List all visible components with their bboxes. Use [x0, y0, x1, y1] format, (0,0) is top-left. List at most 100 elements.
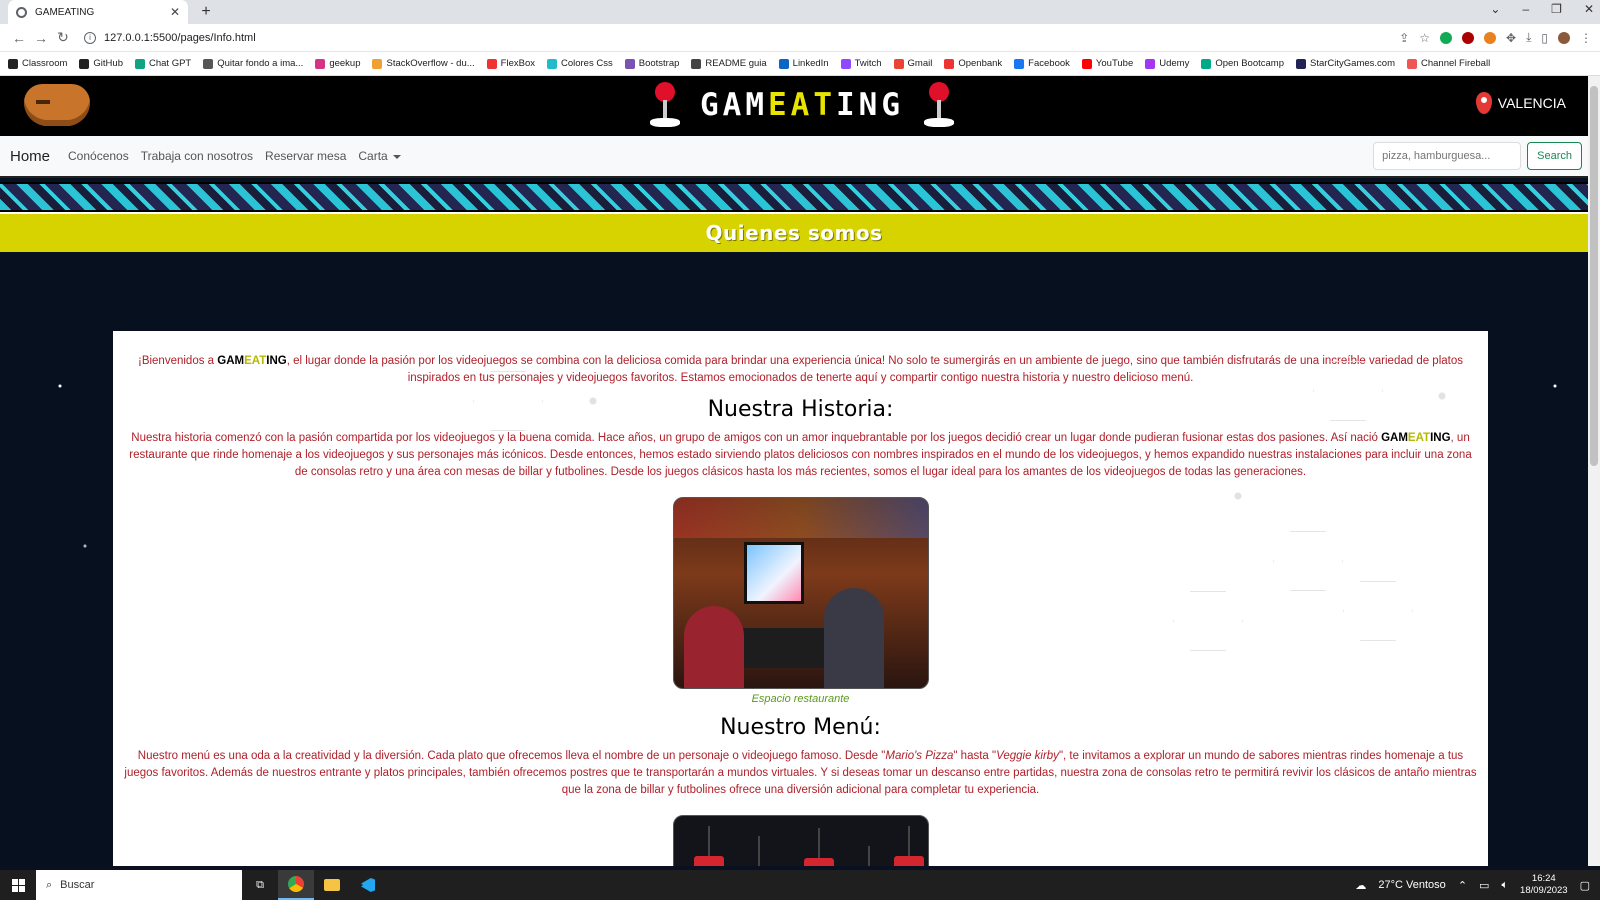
volume-icon[interactable]: 🔈︎	[1501, 879, 1508, 892]
bookmark-favicon-icon	[691, 58, 702, 69]
bookmark-item[interactable]: geekup	[315, 58, 360, 69]
weather-icon[interactable]: ☁	[1355, 879, 1366, 892]
metamask-icon[interactable]	[1484, 31, 1497, 44]
share-icon[interactable]: ⇪	[1399, 31, 1409, 45]
bookmark-item[interactable]: LinkedIn	[778, 58, 829, 69]
nav-carta-dropdown[interactable]: Carta	[358, 149, 401, 163]
puzzle-icon[interactable]: ✥	[1506, 31, 1516, 45]
sidepanel-icon[interactable]: ▯	[1541, 31, 1548, 45]
globe-icon	[16, 6, 27, 18]
bookmark-item[interactable]: Udemy	[1145, 58, 1189, 69]
historia-heading: Nuestra Historia:	[707, 397, 894, 422]
bookmark-item[interactable]: GitHub	[79, 58, 123, 69]
profile-avatar[interactable]	[1558, 31, 1570, 44]
bookmark-item[interactable]: FlexBox	[486, 58, 535, 69]
menu-paragraph: Nuestro menú es una oda a la creatividad…	[124, 750, 1477, 796]
info-icon[interactable]: i	[84, 31, 96, 44]
extension-icon[interactable]	[1440, 31, 1453, 44]
bookmark-label: StackOverflow - du...	[386, 58, 475, 69]
clock[interactable]: 16:24 18/09/2023	[1520, 873, 1568, 897]
windows-start-icon[interactable]	[0, 878, 36, 892]
url-text: 127.0.0.1:5500/pages/Info.html	[104, 31, 256, 44]
bookmark-favicon-icon	[372, 58, 383, 69]
bookmark-item[interactable]: Facebook	[1014, 58, 1070, 69]
bookmark-favicon-icon	[1201, 58, 1212, 69]
minimize-icon[interactable]: –	[1522, 2, 1529, 16]
search-input[interactable]	[1373, 142, 1522, 170]
bookmark-label: Open Bootcamp	[1215, 58, 1284, 69]
browser-tab[interactable]: GAMEATING ✕	[8, 0, 188, 24]
reload-icon[interactable]: ↻	[52, 29, 74, 46]
restore-icon[interactable]: ❐	[1551, 2, 1562, 16]
ublock-icon[interactable]	[1462, 31, 1475, 44]
url-field[interactable]: i 127.0.0.1:5500/pages/Info.html	[84, 31, 1399, 44]
bookmark-item[interactable]: Channel Fireball	[1407, 58, 1490, 69]
star-icon[interactable]: ☆	[1419, 31, 1430, 45]
bookmark-favicon-icon	[1081, 58, 1092, 69]
notifications-icon[interactable]: ▢	[1580, 879, 1590, 892]
bookmark-item[interactable]: StarCityGames.com	[1296, 58, 1395, 69]
bookmark-favicon-icon	[203, 58, 214, 69]
download-icon[interactable]: ⤓	[1526, 30, 1531, 45]
brand-logo[interactable]: GAMEATING	[650, 82, 954, 128]
weather-text[interactable]: 27°C Ventoso	[1378, 879, 1445, 891]
bookmark-favicon-icon	[1407, 58, 1417, 69]
bookmarks-bar: Classroom GitHub Chat GPT Quitar fondo a im…	[0, 52, 1600, 76]
bookmark-item[interactable]: Gmail	[893, 58, 933, 69]
bookmark-favicon-icon	[624, 58, 635, 69]
bookmark-label: GitHub	[93, 58, 123, 69]
menu-icon[interactable]: ⋮	[1580, 31, 1592, 45]
location-label: VALENCIA	[1497, 95, 1566, 111]
nav-home[interactable]: Home	[10, 148, 50, 165]
scrollbar-thumb[interactable]	[1590, 86, 1598, 466]
bookmark-item[interactable]: Openbank	[944, 58, 1002, 69]
bookmark-favicon-icon	[8, 58, 18, 69]
close-window-icon[interactable]: ✕	[1584, 2, 1594, 16]
bookmark-item[interactable]: README guia	[691, 58, 767, 69]
tv-screen	[743, 542, 804, 604]
scrollbar[interactable]	[1588, 76, 1600, 866]
bookmark-item[interactable]: Classroom	[8, 58, 67, 69]
caret-down-icon	[392, 154, 401, 159]
bookmark-item[interactable]: Twitch	[840, 58, 882, 69]
nav-conocenos[interactable]: Conócenos	[68, 149, 129, 163]
search-button[interactable]: Search	[1527, 142, 1582, 170]
bookmark-item[interactable]: Bootstrap	[624, 58, 680, 69]
chrome-icon[interactable]	[278, 870, 314, 900]
vscode-icon[interactable]	[350, 870, 386, 900]
window-controls: ⌄ – ❐ ✕	[1490, 2, 1594, 16]
bookmark-item[interactable]: YouTube	[1081, 58, 1134, 69]
web-page: GAMEATING VALENCIA Home Conócenos Trabaj…	[0, 76, 1600, 866]
brand-inline: GAMEATING	[217, 355, 287, 367]
taskbar-search[interactable]: ⌕ Buscar	[36, 870, 242, 900]
forward-icon[interactable]: →	[30, 30, 52, 46]
bookmark-item[interactable]: Open Bootcamp	[1201, 58, 1284, 69]
extensions: ⇪ ☆ ✥ ⤓ ▯ ⋮	[1399, 30, 1592, 45]
bookmark-item[interactable]: Colores Css	[546, 58, 613, 69]
bookmark-label: Bootstrap	[638, 58, 680, 69]
bookmark-item[interactable]: StackOverflow - du...	[372, 58, 475, 69]
bookmark-item[interactable]: Quitar fondo a ima...	[203, 58, 303, 69]
bookmark-label: Chat GPT	[148, 58, 192, 69]
back-icon[interactable]: ←	[8, 30, 30, 46]
nav-trabaja[interactable]: Trabaja con nosotros	[141, 149, 253, 163]
task-view-icon[interactable]: ⧉	[242, 870, 278, 900]
bookmark-label: YouTube	[1095, 58, 1134, 69]
new-tab-button[interactable]: +	[194, 0, 218, 24]
tab-close-icon[interactable]: ✕	[170, 5, 180, 19]
file-explorer-icon[interactable]	[314, 870, 350, 900]
network-icon[interactable]: ▭	[1479, 879, 1489, 892]
nav-reservar[interactable]: Reservar mesa	[265, 149, 346, 163]
gamepad-logo-icon[interactable]	[24, 84, 90, 126]
tab-search-icon[interactable]: ⌄	[1490, 2, 1500, 16]
bookmark-favicon-icon	[134, 58, 145, 69]
bookmark-item[interactable]: Chat GPT	[134, 58, 192, 69]
search-icon: ⌕	[46, 878, 53, 891]
taskbar-search-label: Buscar	[60, 879, 95, 891]
about-content: ¡Bienvenidos a GAMEATING, el lugar donde…	[113, 331, 1488, 866]
tab-title: GAMEATING	[35, 6, 95, 18]
bookmark-label: Gmail	[907, 58, 933, 69]
bookmark-label: README guia	[705, 58, 767, 69]
chevron-up-icon[interactable]: ⌃	[1458, 879, 1467, 892]
location[interactable]: VALENCIA	[1475, 92, 1566, 114]
